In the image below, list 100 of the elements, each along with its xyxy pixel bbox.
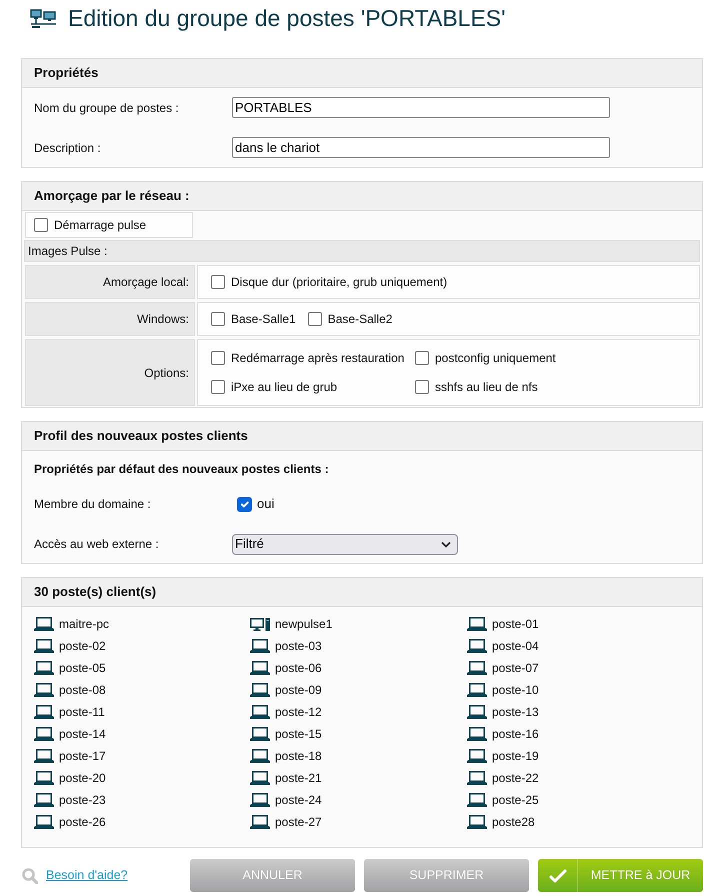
row-label: Windows: (136, 311, 189, 328)
client-name: poste-18 (275, 748, 322, 765)
client-name: poste-03 (275, 638, 322, 655)
laptop-icon (467, 639, 487, 653)
laptop-icon (467, 815, 487, 829)
client-name: poste-24 (275, 792, 322, 809)
checkbox-label: Démarrage pulse (54, 217, 146, 234)
client-name: poste-15 (275, 726, 322, 743)
client-name: poste-11 (59, 704, 105, 721)
laptop-icon (250, 793, 270, 807)
client-name: poste-17 (59, 748, 106, 765)
client-name: poste-08 (59, 682, 106, 699)
network-computers-icon (30, 9, 57, 29)
checkbox[interactable] (237, 496, 252, 512)
client-name: poste-13 (492, 704, 539, 721)
laptop-icon (467, 617, 487, 631)
laptop-icon (250, 661, 270, 675)
desktop-computer-icon (250, 618, 270, 630)
checkbox[interactable] (415, 380, 429, 394)
field-label: Description : (34, 140, 102, 156)
check-icon (549, 868, 567, 882)
checkbox[interactable] (211, 380, 225, 394)
client-name: poste-19 (492, 748, 539, 765)
laptop-icon (34, 661, 54, 675)
client-name: poste-21 (275, 770, 322, 787)
action-button[interactable]: SUPPRIMER (364, 859, 529, 892)
field-label: Nom du groupe de postes : (34, 100, 180, 116)
client-name: poste-02 (59, 638, 106, 655)
checkbox[interactable] (308, 312, 322, 326)
client-name: poste-20 (59, 770, 106, 787)
panel-header: 30 poste(s) client(s) (22, 578, 702, 607)
checkbox[interactable] (34, 218, 48, 232)
client-name: poste-04 (492, 638, 539, 655)
laptop-icon (34, 793, 54, 807)
text-field[interactable]: PORTABLES (232, 97, 610, 118)
client-name: poste-26 (59, 814, 106, 831)
laptop-icon (34, 683, 54, 697)
checkbox-label: Base-Salle1 (231, 311, 296, 328)
laptop-icon (467, 661, 487, 675)
client-name: poste-05 (59, 660, 106, 677)
laptop-icon (250, 815, 270, 829)
checkbox-label: oui (257, 495, 274, 514)
page-title: Edition du groupe de postes 'PORTABLES' (68, 4, 506, 32)
action-button[interactable]: ANNULER (190, 859, 355, 892)
section-subtitle: Propriétés par défaut des nouveaux postes clients : (34, 462, 330, 476)
client-name: maitre-pc (59, 616, 110, 633)
laptop-icon (467, 749, 487, 763)
client-name: poste-22 (492, 770, 539, 787)
client-name: newpulse1 (275, 616, 332, 633)
client-name: poste-06 (275, 660, 322, 677)
checkbox-label: Redémarrage après restauration (231, 350, 404, 367)
laptop-icon (34, 705, 54, 719)
checkbox-label: iPxe au lieu de grub (231, 379, 338, 396)
client-name: poste-01 (492, 616, 539, 633)
section-bar: Images Pulse : (24, 240, 700, 262)
client-name: poste-09 (275, 682, 322, 699)
laptop-icon (250, 683, 270, 697)
laptop-icon (34, 815, 54, 829)
checkbox-label: Disque dur (prioritaire, grub uniquement) (231, 274, 448, 291)
laptop-icon (34, 727, 54, 741)
client-name: poste-27 (275, 814, 322, 831)
checkbox[interactable] (415, 351, 429, 365)
laptop-icon (34, 617, 54, 631)
row-label: Amorçage local: (102, 274, 189, 291)
checkbox-label: sshfs au lieu de nfs (435, 379, 538, 396)
client-name: poste-25 (492, 792, 539, 809)
laptop-icon (467, 771, 487, 785)
laptop-icon (34, 639, 54, 653)
row-label: Options: (144, 364, 189, 382)
text-field[interactable]: dans le chariot (232, 137, 610, 158)
laptop-icon (250, 749, 270, 763)
checkbox[interactable] (211, 351, 225, 365)
client-name: poste-10 (492, 682, 539, 699)
field-label: Membre du domaine : (34, 496, 152, 513)
laptop-icon (250, 771, 270, 785)
checkbox[interactable] (211, 275, 225, 289)
client-name: poste-14 (59, 726, 106, 743)
checkbox[interactable] (211, 312, 225, 326)
laptop-icon (250, 727, 270, 741)
client-name: poste-16 (492, 726, 539, 743)
client-name: poste-12 (275, 704, 322, 721)
panel-header: Amorçage par le réseau : (22, 182, 702, 211)
laptop-icon (467, 793, 487, 807)
laptop-icon (467, 705, 487, 719)
laptop-icon (467, 683, 487, 697)
laptop-icon (34, 749, 54, 763)
update-button[interactable]: METTRE à JOUR (538, 859, 703, 892)
laptop-icon (34, 771, 54, 785)
client-name: poste-23 (59, 792, 106, 809)
select-dropdown[interactable]: Filtré (232, 534, 458, 554)
panel-header: Propriétés (22, 59, 702, 88)
field-label: Accès au web externe : (34, 536, 160, 553)
checkbox-label: postconfig uniquement (435, 350, 556, 367)
laptop-icon (467, 727, 487, 741)
client-name: poste28 (492, 814, 535, 831)
checkbox-label: Base-Salle2 (328, 311, 392, 328)
panel-header: Profil des nouveaux postes clients (22, 422, 702, 451)
help-link[interactable]: Besoin d'aide? (46, 866, 128, 885)
caret-icon (441, 540, 451, 548)
laptop-icon (250, 639, 270, 653)
